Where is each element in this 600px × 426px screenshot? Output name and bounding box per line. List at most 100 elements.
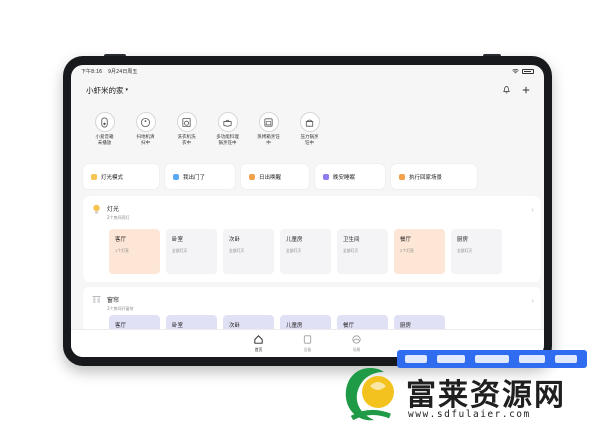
light-room-tile[interactable]: 卫生间 全部灯灭 <box>337 229 388 274</box>
tab-devices[interactable]: 设备 <box>302 334 313 357</box>
chevron-right-icon[interactable]: › <box>531 206 534 214</box>
device-icon-circle <box>217 112 238 132</box>
lightbulb-icon <box>93 204 100 214</box>
wifi-icon <box>512 68 519 73</box>
device-name: 扫地机清 扫中 <box>136 135 155 146</box>
device-shortcut[interactable]: 洗衣机洗 衣中 <box>172 112 201 147</box>
device-icon-circle <box>258 112 279 132</box>
room-status: 1个灯亮 <box>115 248 129 253</box>
chevron-down-icon: ▾ <box>125 87 129 93</box>
scene-icon <box>249 173 255 180</box>
stage: 下午8:16 9月24日周五 小虾米的家 ▾ 小爱音箱 未播放 扫地机清 扫中 … <box>0 0 600 426</box>
tablet-device: 下午8:16 9月24日周五 小虾米的家 ▾ 小爱音箱 未播放 扫地机清 扫中 … <box>63 56 552 366</box>
scene-icon <box>323 173 329 180</box>
lights-title: 灯光 <box>107 206 120 213</box>
status-time: 下午8:16 <box>81 68 103 75</box>
scene-label: 我出门了 <box>183 174 206 181</box>
washer-icon <box>182 117 191 127</box>
room-name: 客厅 <box>115 323 127 329</box>
home-selector[interactable]: 小虾米的家 ▾ <box>86 85 128 96</box>
room-name: 客厅 <box>115 237 127 243</box>
watermark-banner <box>397 350 587 368</box>
room-status: 全部灯灭 <box>343 248 359 253</box>
room-status: 全部灯灭 <box>229 248 245 253</box>
scene-label: 日出唤醒 <box>259 174 282 181</box>
room-name: 儿童房 <box>286 323 303 329</box>
scene-label: 执行回家场景 <box>409 174 443 181</box>
device-shortcut[interactable]: 蒸烤箱烹饪 中 <box>254 112 283 147</box>
speaker-icon <box>101 117 108 127</box>
scene-label: 灯光模式 <box>101 174 124 181</box>
device-name: 多功能料理 锅烹饪中 <box>216 135 239 146</box>
scene-button[interactable]: 我出门了 <box>165 164 235 189</box>
status-date: 9月24日周五 <box>107 68 138 75</box>
light-room-tile[interactable]: 儿童房 全部灯灭 <box>280 229 331 274</box>
light-room-tile[interactable]: 餐厅 2个灯亮 <box>394 229 445 274</box>
watermark-logo <box>345 368 394 421</box>
room-name: 次卧 <box>229 237 241 243</box>
room-status: 全部灯灭 <box>172 248 188 253</box>
curtain-icon <box>92 296 101 303</box>
room-name: 卧室 <box>172 323 184 329</box>
scene-button[interactable]: 日出唤醒 <box>241 164 309 189</box>
cooker-icon <box>223 119 232 127</box>
light-room-tile[interactable]: 客厅 1个灯亮 <box>109 229 160 274</box>
header: 小虾米的家 ▾ <box>86 83 530 97</box>
tab-home[interactable]: 首页 <box>253 334 264 357</box>
room-name: 厨房 <box>457 237 469 243</box>
device-shortcut[interactable]: 压力锅烹 饪中 <box>295 112 324 147</box>
device-name: 洗衣机洗 衣中 <box>177 135 196 146</box>
watermark-url: www.sdfulaier.com <box>408 409 531 420</box>
lights-subtitle: 2个房间亮灯 <box>107 215 130 220</box>
lights-card[interactable]: 灯光 2个房间亮灯 › 客厅 1个灯亮 卧室 全部灯灭 次卧 全部灯灭 儿童房 全部灯灭 卫生间… <box>83 196 541 282</box>
status-bar: 下午8:16 9月24日周五 <box>81 67 534 75</box>
room-name: 卫生间 <box>343 237 360 243</box>
room-status: 2个灯亮 <box>400 248 414 253</box>
curtains-title: 窗帘 <box>107 297 120 304</box>
device-icon-circle <box>135 112 156 132</box>
room-name: 餐厅 <box>343 323 355 329</box>
device-icon-circle <box>94 112 115 132</box>
room-name: 餐厅 <box>400 237 412 243</box>
device-shortcut[interactable]: 扫地机清 扫中 <box>131 112 160 147</box>
device-name: 小爱音箱 未播放 <box>95 135 114 146</box>
scene-button[interactable]: 执行回家场景 <box>391 164 477 189</box>
device-shortcut[interactable]: 多功能料理 锅烹饪中 <box>213 112 242 147</box>
light-room-tile[interactable]: 厨房 全部灯灭 <box>451 229 502 274</box>
home-icon <box>254 335 263 344</box>
bell-icon[interactable] <box>502 86 511 95</box>
tab-label: 设备 <box>303 347 312 352</box>
chevron-right-icon[interactable]: › <box>531 297 534 305</box>
scene-icon <box>173 173 179 180</box>
scene-button[interactable]: 灯光模式 <box>83 164 159 189</box>
watermark-title: 富莱资源网 <box>406 378 566 413</box>
device-name: 蒸烤箱烹饪 中 <box>257 135 280 146</box>
app-screen: 下午8:16 9月24日周五 小虾米的家 ▾ 小爱音箱 未播放 扫地机清 扫中 … <box>71 65 544 357</box>
pressure-cooker-icon <box>305 119 314 127</box>
scene-icon <box>91 173 97 180</box>
device-shortcuts: 小爱音箱 未播放 扫地机清 扫中 洗衣机洗 衣中 多功能料理 锅烹饪中 蒸烤箱烹饪 中 压… <box>90 112 324 147</box>
battery-icon <box>522 68 534 74</box>
scene-bar: 灯光模式 我出门了 日出唤醒 晚安睡眠 执行回家场景 <box>83 164 477 189</box>
light-room-tile[interactable]: 次卧 全部灯灭 <box>223 229 274 274</box>
room-name: 儿童房 <box>286 237 303 243</box>
devices-icon <box>303 335 312 344</box>
room-name: 卧室 <box>172 237 184 243</box>
light-room-tile[interactable]: 卧室 全部灯灭 <box>166 229 217 274</box>
light-rooms: 客厅 1个灯亮 卧室 全部灯灭 次卧 全部灯灭 儿童房 全部灯灭 卫生间 全部灯灭 餐厅 2个灯亮 厨房… <box>109 229 502 274</box>
watermark: 富莱资源网 www.sdfulaier.com <box>340 340 600 426</box>
device-icon-circle <box>176 112 197 132</box>
room-name: 次卧 <box>229 323 241 329</box>
device-shortcut[interactable]: 小爱音箱 未播放 <box>90 112 119 147</box>
add-icon[interactable] <box>521 86 530 95</box>
room-status: 全部灯灭 <box>457 248 473 253</box>
device-icon-circle <box>299 112 320 132</box>
tab-label: 首页 <box>254 347 263 352</box>
scene-button[interactable]: 晚安睡眠 <box>315 164 385 189</box>
robot-vacuum-icon <box>140 117 151 127</box>
room-name: 厨房 <box>400 323 412 329</box>
curtains-subtitle: 3个房间开窗帘 <box>107 306 134 311</box>
device-name: 压力锅烹 饪中 <box>300 135 319 146</box>
scene-icon <box>399 173 405 180</box>
scene-label: 晚安睡眠 <box>333 174 356 181</box>
